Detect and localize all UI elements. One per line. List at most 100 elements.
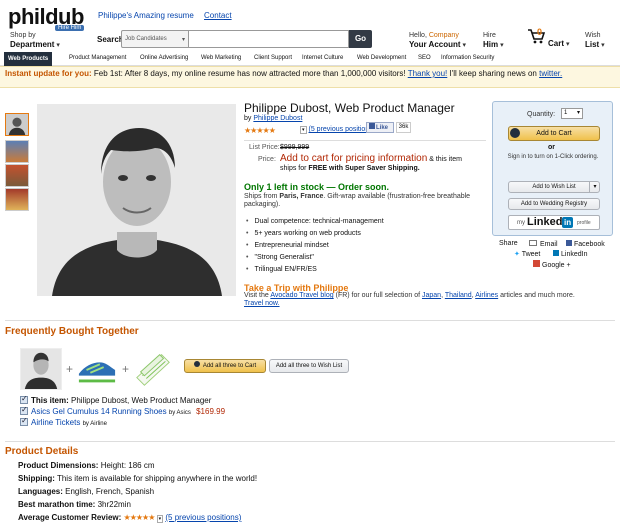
add-to-wedding-registry-button[interactable]: Add to Wedding Registry — [508, 198, 600, 210]
thumbnail-3[interactable] — [5, 164, 29, 187]
fbt-item-3: Airline Tickets by Airline — [20, 416, 107, 429]
quantity-label: Quantity: — [527, 111, 556, 118]
fbt-checkbox-1[interactable] — [20, 394, 28, 404]
travel-now-link[interactable]: Travel now. — [244, 300, 280, 307]
nav-client-support[interactable]: Client Support — [254, 55, 292, 61]
review-stars[interactable]: ★★★★★ — [124, 513, 156, 522]
profile-label: profile — [577, 220, 591, 226]
feature-bullet: Dual competence: technical-management — [246, 216, 383, 228]
avocado-blog-link[interactable]: Avocado Travel blog — [270, 292, 333, 299]
product-title: Philippe Dubost, Web Product Manager — [244, 101, 455, 115]
nav-web-development[interactable]: Web Development — [357, 55, 406, 61]
by-label: by — [244, 115, 252, 122]
fbt-shoes-image[interactable] — [76, 348, 118, 390]
add-all-cart-label: Add all three to Cart — [202, 363, 257, 369]
airlines-link[interactable]: Airlines — [475, 292, 498, 299]
nav-product-management[interactable]: Product Management — [69, 55, 126, 61]
fbt-checkbox-3[interactable] — [20, 416, 28, 426]
shop-by-department[interactable]: Shop by Department ▾ — [10, 31, 60, 50]
chevron-down-icon: ▾ — [156, 515, 164, 523]
thumbnail-4[interactable] — [5, 188, 29, 211]
facebook-label: Facebook — [574, 241, 605, 248]
trip-rest: articles and much more. — [500, 292, 575, 299]
feature-bullet: "Strong Generalist" — [246, 252, 384, 264]
your-account-menu[interactable]: Hello, Company Your Account ▾ — [409, 31, 466, 50]
share-facebook[interactable]: Facebook — [566, 240, 605, 248]
search-input[interactable] — [189, 30, 349, 48]
hire-him-menu[interactable]: Hire Him ▾ — [483, 31, 504, 50]
chevron-down-icon: ▾ — [599, 42, 605, 49]
email-icon — [529, 240, 537, 246]
share-label: Share — [499, 240, 518, 247]
review-link[interactable]: (5 previous positions) — [165, 513, 241, 522]
chevron-down-icon: ▾ — [576, 110, 580, 116]
search-category-value: Job Candidates — [125, 36, 167, 42]
fbt-item-2: Asics Gel Cumulus 14 Running Shoes by As… — [20, 405, 225, 418]
fbt-airline-tickets-image[interactable] — [132, 348, 174, 390]
hire-label: Hire — [483, 32, 496, 39]
twitter-link[interactable]: twitter. — [539, 69, 562, 78]
add-all-to-wish-list-button[interactable]: Add all three to Wish List — [269, 359, 349, 373]
add-all-to-cart-button[interactable]: Add all three to Cart — [184, 359, 266, 373]
japan-link[interactable]: Japan — [422, 292, 441, 299]
nav-web-products[interactable]: Web Products — [4, 52, 53, 66]
add-to-cart-button[interactable]: Add to Cart — [508, 126, 600, 141]
contact-link[interactable]: Contact — [204, 11, 232, 20]
fbt-item-3-link[interactable]: Airline Tickets — [31, 418, 80, 427]
share-linkedin[interactable]: LinkedIn — [553, 250, 587, 258]
cart-icon — [193, 361, 200, 367]
banner-text: Feb 1st: After 8 days, my online resume … — [93, 69, 406, 78]
shop-by-label: Shop by — [10, 32, 36, 39]
thank-you-link[interactable]: Thank you! — [408, 69, 448, 78]
share-email[interactable]: Email — [529, 240, 558, 248]
thumbnail-portrait[interactable] — [5, 113, 29, 136]
main-product-photo — [37, 104, 236, 296]
search-category-select[interactable]: Job Candidates ▾ — [121, 30, 189, 48]
marathon-value: 3hr22min — [97, 500, 131, 509]
thailand-link[interactable]: Thailand — [445, 292, 472, 299]
fbt-checkbox-2[interactable] — [20, 405, 28, 415]
fbt-portrait-image[interactable] — [20, 348, 62, 390]
fbt-item-3-by: by Airline — [82, 421, 107, 427]
stock-status: Only 1 left in stock — Order soon. — [244, 182, 390, 192]
nav-online-advertising[interactable]: Online Advertising — [140, 55, 188, 61]
add-to-wish-list-button[interactable]: Add to Wish List — [508, 181, 600, 193]
ships-from-label: Ships from — [244, 193, 278, 200]
quantity-value: 1 — [564, 110, 568, 116]
detail-shipping: Shipping: This item is available for shi… — [18, 474, 257, 484]
thumbnail-2[interactable] — [5, 140, 29, 163]
sign-in-one-click[interactable]: Sign in to turn on 1-Click ordering. — [498, 153, 608, 161]
detail-dimensions: Product Dimensions: Height: 186 cm — [18, 461, 155, 471]
fbt-item-2-by: by Asics — [168, 410, 191, 416]
ships-place: Paris, France — [279, 193, 324, 200]
search-go-button[interactable]: Go — [349, 30, 372, 48]
cart-icon[interactable] — [527, 28, 545, 44]
search-label: Search — [97, 35, 124, 44]
share-google[interactable]: Google + — [533, 260, 571, 269]
like-count: 36k — [396, 122, 411, 133]
nav-web-marketing[interactable]: Web Marketing — [201, 55, 241, 61]
reviews-link[interactable]: ▾ (5 previous positions) — [300, 126, 375, 134]
wish-label: Wish — [585, 32, 601, 39]
facebook-icon — [369, 123, 375, 129]
resume-link[interactable]: Philippe's Amazing resume — [98, 11, 194, 20]
fbt-item-1-name: Philippe Dubost, Web Product Manager — [71, 396, 212, 405]
byline: by Philippe Dubost — [244, 115, 302, 122]
cart-menu[interactable]: Cart ▾ — [548, 39, 569, 49]
nav-internet-culture[interactable]: Internet Culture — [302, 55, 343, 61]
price-label: Price: — [258, 156, 276, 163]
facebook-like-button[interactable]: Like — [366, 122, 394, 133]
review-label: Average Customer Review: — [18, 513, 122, 522]
quantity-select[interactable]: 1 ▾ — [561, 108, 583, 119]
category-nav: Web Products Product Management Online A… — [0, 52, 620, 66]
cart-label: Cart — [548, 39, 565, 48]
like-label: Like — [376, 125, 389, 131]
nav-seo[interactable]: SEO — [418, 55, 431, 61]
chevron-down-icon[interactable]: ▾ — [589, 181, 600, 193]
star-rating[interactable]: ★★★★★ — [244, 126, 276, 135]
author-link[interactable]: Philippe Dubost — [253, 115, 302, 122]
wish-list-menu[interactable]: Wish List ▾ — [585, 31, 605, 50]
nav-information-security[interactable]: Information Security — [441, 55, 494, 61]
fbt-item-2-link[interactable]: Asics Gel Cumulus 14 Running Shoes — [31, 407, 167, 416]
share-tweet[interactable]: ✦ Tweet — [514, 250, 540, 258]
